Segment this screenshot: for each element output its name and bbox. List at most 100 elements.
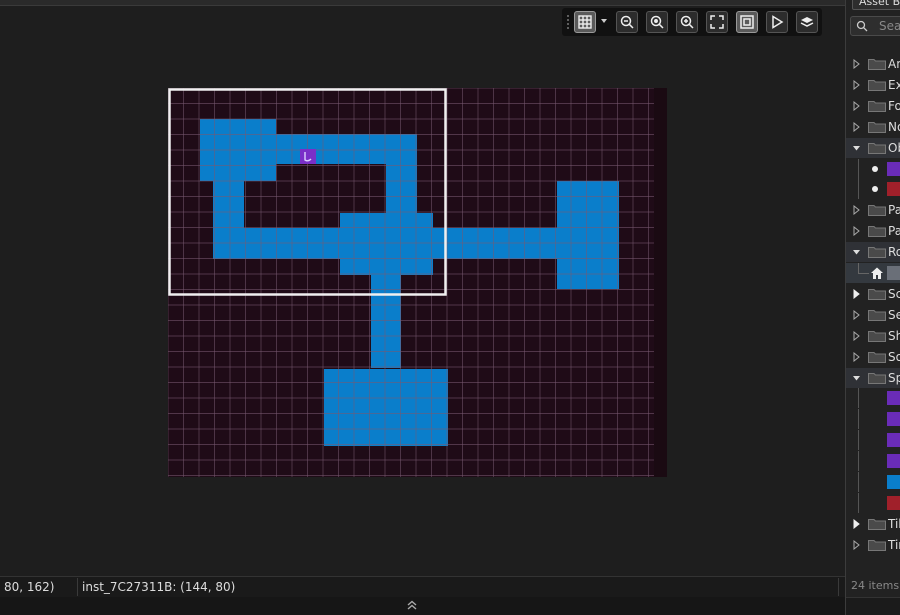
- folder-label: Pa: [888, 203, 900, 218]
- chevron-right-icon[interactable]: [852, 539, 861, 550]
- layer-button[interactable]: [796, 11, 818, 33]
- chevron-right-icon[interactable]: [852, 518, 861, 529]
- asset-folder[interactable]: Ob: [846, 137, 900, 158]
- chevron-down-icon[interactable]: [852, 373, 861, 383]
- asset-folder[interactable]: Fo: [846, 96, 900, 116]
- zoom-reset-button[interactable]: [646, 11, 668, 33]
- tree-connector: [858, 409, 859, 430]
- purple-sprite-thumbnail: [887, 454, 900, 469]
- folder-icon: [868, 351, 886, 363]
- chevron-right-icon[interactable]: [852, 100, 861, 111]
- chevron-down-icon[interactable]: [852, 143, 861, 153]
- asset-item[interactable]: [846, 179, 900, 200]
- tree-connector: [858, 179, 859, 200]
- asset-folder[interactable]: Sp: [846, 367, 900, 388]
- folder-icon: [868, 539, 886, 551]
- bullet-icon: [872, 165, 878, 172]
- room-view-button[interactable]: [736, 11, 758, 33]
- chevron-down-icon[interactable]: [600, 17, 608, 25]
- room-edge-shadow: [654, 88, 667, 477]
- room-asset[interactable]: [846, 263, 900, 283]
- chevron-down-icon[interactable]: [852, 247, 861, 257]
- folder-icon: [868, 205, 886, 217]
- toggle-grid-button[interactable]: [574, 11, 596, 33]
- instance-info: inst_7C27311B: (144, 80): [78, 578, 839, 596]
- asset-search-input[interactable]: Sear: [850, 16, 900, 36]
- chevron-right-icon[interactable]: [852, 79, 861, 90]
- asset-item[interactable]: [846, 451, 900, 472]
- tree-connector: [858, 472, 859, 492]
- chevron-right-icon[interactable]: [852, 226, 861, 237]
- room-thumbnail: [887, 266, 900, 280]
- folder-icon: [868, 121, 886, 133]
- asset-item[interactable]: [846, 492, 900, 513]
- zoom-out-icon: [620, 15, 634, 29]
- asset-folder[interactable]: An: [846, 54, 900, 74]
- chevron-right-icon[interactable]: [852, 330, 861, 341]
- player-instance: [300, 149, 316, 164]
- asset-folder[interactable]: Ex: [846, 75, 900, 95]
- folder-label: Pa: [888, 224, 900, 239]
- purple-sprite-thumbnail: [887, 161, 900, 176]
- folder-icon: [868, 79, 886, 91]
- asset-folder[interactable]: Til: [846, 514, 900, 534]
- purple-sprite-thumbnail: [887, 391, 900, 406]
- folder-label: Fo: [888, 98, 900, 113]
- asset-item[interactable]: [846, 430, 900, 451]
- items-count: 24 items: [851, 579, 900, 592]
- room-toolbar: [562, 8, 822, 36]
- zoom-in-button[interactable]: [676, 11, 698, 33]
- chevron-right-icon[interactable]: [852, 59, 861, 69]
- chevron-right-icon[interactable]: [852, 309, 861, 320]
- folder-icon: [868, 309, 886, 321]
- floor-tile: [433, 228, 558, 259]
- double-chevron-up-icon[interactable]: [405, 598, 419, 612]
- room-canvas[interactable]: [168, 88, 654, 477]
- folder-icon: [868, 372, 886, 384]
- chevron-right-icon[interactable]: [852, 288, 861, 299]
- floor-tile: [324, 369, 448, 446]
- asset-folder[interactable]: No: [846, 117, 900, 137]
- zoom-out-button[interactable]: [616, 11, 638, 33]
- toolbar-grip-icon[interactable]: [566, 14, 570, 30]
- asset-item[interactable]: [846, 472, 900, 492]
- asset-folder[interactable]: Se: [846, 305, 900, 325]
- blue-tile-thumbnail: [887, 475, 900, 489]
- bottom-bar: [0, 597, 845, 615]
- play-button[interactable]: [766, 11, 788, 33]
- zoom-reset-icon: [650, 15, 664, 29]
- chevron-right-icon[interactable]: [852, 351, 861, 362]
- asset-folder[interactable]: So: [846, 347, 900, 367]
- asset-item[interactable]: [846, 158, 900, 179]
- folder-label: Sh: [888, 328, 900, 343]
- asset-folder[interactable]: Tir: [846, 535, 900, 555]
- chevron-right-icon[interactable]: [852, 205, 861, 216]
- folder-label: Tir: [888, 537, 900, 552]
- asset-item[interactable]: [846, 388, 900, 409]
- tree-connector: [858, 430, 859, 451]
- room-editor-viewport[interactable]: [0, 0, 845, 576]
- tree-connector: [858, 158, 859, 179]
- asset-item[interactable]: [846, 409, 900, 430]
- purple-sprite-thumbnail: [887, 412, 900, 427]
- fit-view-button[interactable]: [706, 11, 728, 33]
- asset-browser-footer: [846, 597, 900, 615]
- asset-folder[interactable]: Ro: [846, 242, 900, 263]
- chevron-right-icon[interactable]: [852, 121, 861, 132]
- asset-folder[interactable]: Sc: [846, 284, 900, 304]
- cursor-position: 80, 162): [0, 578, 78, 596]
- red-sprite-thumbnail: [887, 495, 900, 510]
- room-svg[interactable]: [168, 88, 654, 477]
- folder-icon: [868, 518, 886, 530]
- folder-icon: [868, 288, 886, 300]
- asset-folder[interactable]: Sh: [846, 326, 900, 346]
- asset-browser-tab[interactable]: Asset Br: [852, 0, 900, 10]
- search-icon: [856, 20, 868, 32]
- floor-tile: [371, 275, 401, 368]
- folder-icon: [868, 142, 886, 154]
- folder-icon: [868, 100, 886, 112]
- asset-folder[interactable]: Pa: [846, 221, 900, 241]
- tree-connector: [858, 451, 859, 472]
- zoom-in-icon: [680, 15, 694, 29]
- asset-folder[interactable]: Pa: [846, 200, 900, 220]
